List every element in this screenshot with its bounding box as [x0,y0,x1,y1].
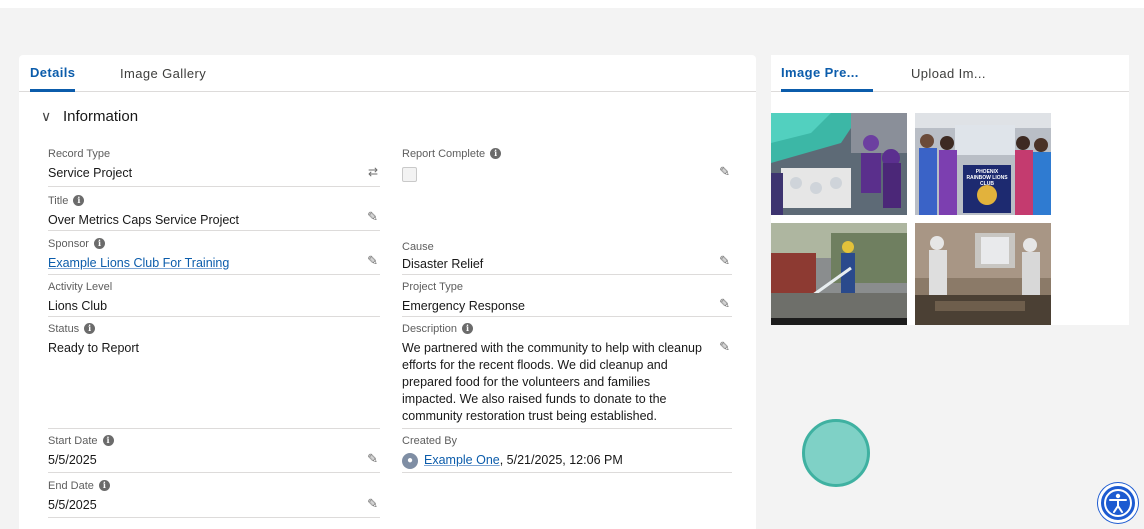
info-icon[interactable]: i [462,323,474,334]
gallery-image-2[interactable]: PHOENIX RAINBOW LIONS CLUB [915,113,1051,215]
field-value: 5/5/2025 [48,453,97,467]
change-record-type-icon[interactable]: ⇄ [368,165,378,179]
activity-level-field: Activity Level Lions Club [48,279,380,317]
info-icon[interactable]: i [490,148,502,159]
cause-field: Cause Disaster Relief ✎ [402,236,732,275]
field-value: Ready to Report [48,341,140,355]
created-by-stamp: , 5/21/2025, 12:06 PM [499,453,623,467]
project-type-field: Project Type Emergency Response ✎ [402,279,732,317]
edit-pencil-icon[interactable]: ✎ [719,164,730,180]
field-value: Disaster Relief [402,257,484,271]
field-label: Project Type [402,280,463,293]
edit-pencil-icon[interactable]: ✎ [367,209,378,225]
field-label: Start Date i [48,433,380,448]
edit-pencil-icon[interactable]: ✎ [719,339,730,355]
field-label: Record Type [48,147,111,160]
created-by-user-link[interactable]: Example One [424,453,500,467]
sponsor-link[interactable]: Example Lions Club For Training [48,255,380,271]
created-by-value: ● Example One, 5/21/2025, 12:06 PM [402,452,732,469]
user-avatar-icon: ● [402,452,418,469]
details-tabs: Details Image Gallery [19,55,756,92]
details-card: Details Image Gallery ∨ Information Reco… [19,55,756,529]
field-label: Sponsor i [48,236,380,251]
field-label: Cause [402,240,434,253]
description-text: We partnered with the community to help … [402,341,702,423]
tab-image-preview[interactable]: Image Pre... [781,55,873,92]
image-preview-card: Image Pre... Upload Im... PHOENIX RAINBO… [771,55,1129,325]
field-label: Status i [48,321,380,336]
accessibility-button[interactable] [1098,483,1138,523]
info-icon[interactable]: i [98,480,110,491]
gallery-image-4[interactable] [915,223,1051,325]
chevron-down-icon: ∨ [41,108,52,124]
field-label: Description i [402,321,732,336]
gallery-image-1[interactable] [771,113,907,215]
info-icon[interactable]: i [102,435,114,446]
field-label: Activity Level [48,280,113,293]
info-icon[interactable]: i [93,238,105,249]
field-label: Report Complete i [402,146,732,161]
tab-upload-image[interactable]: Upload Im... [911,55,986,92]
info-icon[interactable]: i [84,323,96,334]
report-complete-checkbox[interactable] [402,167,417,182]
image-tabs: Image Pre... Upload Im... [771,55,1129,92]
edit-pencil-icon[interactable]: ✎ [367,253,378,269]
sponsor-field: Sponsor i Example Lions Club For Training… [48,236,380,275]
title-field: Title i Over Metrics Caps Service Project… [48,193,380,231]
info-icon[interactable]: i [73,195,85,206]
field-value: Lions Club [48,299,108,313]
record-type-field: Record Type Service Project ⇄ [48,146,380,187]
start-date-field: Start Date i 5/5/2025 ✎ [48,433,380,473]
description-field: Description i We partnered with the commu… [402,321,732,429]
section-title: Information [63,108,139,125]
field-label: End Date i [48,478,380,493]
banner-text: PHOENIX RAINBOW LIONS CLUB [966,169,1008,187]
status-field: Status i Ready to Report [48,321,380,429]
edit-pencil-icon[interactable]: ✎ [367,496,378,512]
tab-details[interactable]: Details [30,55,76,92]
gallery-image-3[interactable] [771,223,907,325]
top-bar [0,0,1144,8]
touch-indicator [802,419,870,487]
field-value: Over Metrics Caps Service Project [48,213,240,227]
tab-image-gallery[interactable]: Image Gallery [120,55,206,92]
field-value: 5/5/2025 [48,498,97,512]
information-section-toggle[interactable]: ∨ Information [41,108,138,125]
field-label: Created By [402,434,458,447]
end-date-field: End Date i 5/5/2025 ✎ [48,478,380,518]
created-by-field: Created By ● Example One, 5/21/2025, 12:0… [402,433,732,473]
edit-pencil-icon[interactable]: ✎ [719,253,730,269]
field-label: Title i [48,193,380,208]
edit-pencil-icon[interactable]: ✎ [719,296,730,312]
report-complete-field: Report Complete i ✎ [402,146,732,187]
field-value: Emergency Response [402,299,525,313]
accessibility-icon [1104,489,1132,517]
field-value: Service Project [48,166,133,180]
edit-pencil-icon[interactable]: ✎ [367,451,378,467]
